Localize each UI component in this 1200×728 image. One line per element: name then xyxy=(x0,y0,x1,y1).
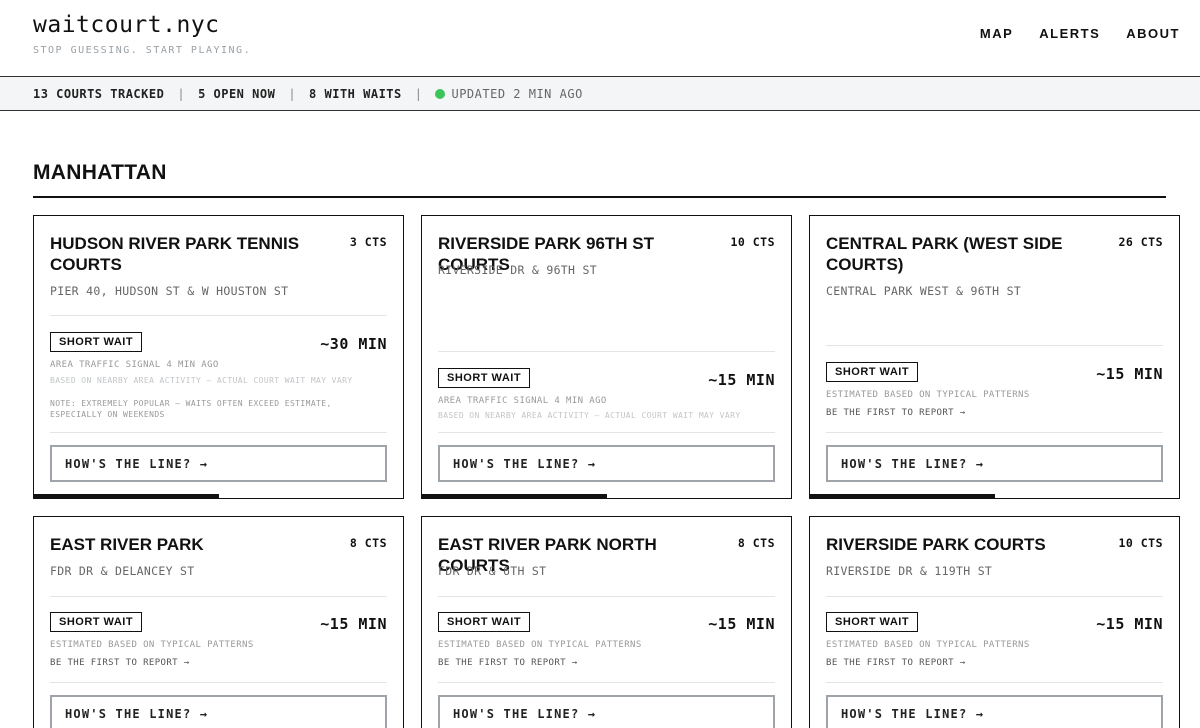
site-header: waitcourt.nyc STOP GUESSING. START PLAYI… xyxy=(0,0,1200,76)
popularity-note: NOTE: EXTREMELY POPULAR — WAITS OFTEN EX… xyxy=(50,399,332,419)
nav-about[interactable]: ABOUT xyxy=(1126,26,1180,41)
wait-progress-bar xyxy=(422,494,607,498)
status-badge: SHORT WAIT xyxy=(826,612,919,632)
court-count: 26 CTS xyxy=(1118,235,1163,249)
court-address: RIVERSIDE DR & 119TH ST xyxy=(826,564,993,578)
status-badge: SHORT WAIT xyxy=(50,332,143,352)
report-link[interactable]: BE THE FIRST TO REPORT → xyxy=(438,658,578,668)
estimate-note: ESTIMATED BASED ON TYPICAL PATTERNS xyxy=(826,390,1030,400)
court-name: RIVERSIDE PARK COURTS xyxy=(826,535,1046,554)
signal-note: AREA TRAFFIC SIGNAL 4 MIN AGO xyxy=(50,360,219,370)
wait-time: ~15 MIN xyxy=(708,615,775,633)
with-waits-stat: 8 WITH WAITS xyxy=(309,86,402,101)
court-address: PIER 40, HUDSON ST & W HOUSTON ST xyxy=(50,284,289,298)
card-divider xyxy=(50,682,387,683)
main-nav: MAP ALERTS ABOUT xyxy=(980,26,1180,41)
live-status-dot-icon xyxy=(435,88,446,99)
court-card[interactable]: RIVERSIDE PARK 96TH ST COURTS 10 CTS RIV… xyxy=(421,215,792,499)
separator: | xyxy=(414,86,423,101)
nav-map[interactable]: MAP xyxy=(980,26,1013,41)
court-card[interactable]: EAST RIVER PARK NORTH COURTS 8 CTS FDR D… xyxy=(421,516,792,728)
section-title: MANHATTAN xyxy=(33,161,167,184)
section-divider xyxy=(33,196,1166,198)
card-divider xyxy=(826,596,1163,597)
wait-time: ~15 MIN xyxy=(1096,365,1163,383)
card-divider xyxy=(50,432,387,433)
site-logo[interactable]: waitcourt.nyc xyxy=(33,12,220,38)
status-bar: 13 COURTS TRACKED | 5 OPEN NOW | 8 WITH … xyxy=(0,76,1200,111)
wait-time: ~30 MIN xyxy=(320,335,387,353)
updated-timestamp: UPDATED 2 MIN AGO xyxy=(451,86,583,101)
separator: | xyxy=(177,86,186,101)
card-divider xyxy=(826,682,1163,683)
court-address: FDR DR & DELANCEY ST xyxy=(50,564,195,578)
report-line-button[interactable]: HOW'S THE LINE? → xyxy=(438,695,775,728)
wait-time: ~15 MIN xyxy=(708,371,775,389)
report-line-button[interactable]: HOW'S THE LINE? → xyxy=(826,445,1163,482)
card-divider xyxy=(438,596,775,597)
wait-time: ~15 MIN xyxy=(1096,615,1163,633)
card-divider xyxy=(826,345,1163,346)
court-card[interactable]: CENTRAL PARK (WEST SIDE COURTS) 26 CTS C… xyxy=(809,215,1180,499)
court-name: EAST RIVER PARK xyxy=(50,535,204,554)
court-name: HUDSON RIVER PARK TENNIS COURTS xyxy=(50,234,300,274)
disclaimer-note: BASED ON NEARBY AREA ACTIVITY — ACTUAL C… xyxy=(438,411,741,420)
status-badge: SHORT WAIT xyxy=(826,362,919,382)
court-card[interactable]: HUDSON RIVER PARK TENNIS COURTS 3 CTS PI… xyxy=(33,215,404,499)
court-card[interactable]: EAST RIVER PARK 8 CTS FDR DR & DELANCEY … xyxy=(33,516,404,728)
court-count: 10 CTS xyxy=(1118,536,1163,550)
court-card[interactable]: RIVERSIDE PARK COURTS 10 CTS RIVERSIDE D… xyxy=(809,516,1180,728)
report-link[interactable]: BE THE FIRST TO REPORT → xyxy=(826,658,966,668)
status-badge: SHORT WAIT xyxy=(438,368,531,388)
separator: | xyxy=(288,86,297,101)
court-count: 10 CTS xyxy=(730,235,775,249)
wait-progress-bar xyxy=(34,494,219,498)
court-count: 8 CTS xyxy=(349,536,387,550)
card-divider xyxy=(50,596,387,597)
wait-time: ~15 MIN xyxy=(320,615,387,633)
court-count: 3 CTS xyxy=(349,235,387,249)
open-now-stat: 5 OPEN NOW xyxy=(198,86,276,101)
card-divider xyxy=(826,432,1163,433)
report-line-button[interactable]: HOW'S THE LINE? → xyxy=(50,695,387,728)
report-line-button[interactable]: HOW'S THE LINE? → xyxy=(826,695,1163,728)
court-address: CENTRAL PARK WEST & 96TH ST xyxy=(826,284,1022,298)
report-line-button[interactable]: HOW'S THE LINE? → xyxy=(438,445,775,482)
estimate-note: ESTIMATED BASED ON TYPICAL PATTERNS xyxy=(50,640,254,650)
status-badge: SHORT WAIT xyxy=(438,612,531,632)
card-divider xyxy=(438,351,775,352)
status-badge: SHORT WAIT xyxy=(50,612,143,632)
signal-note: AREA TRAFFIC SIGNAL 4 MIN AGO xyxy=(438,396,607,406)
card-divider xyxy=(438,432,775,433)
courts-tracked-stat: 13 COURTS TRACKED xyxy=(33,86,165,101)
court-count: 8 CTS xyxy=(737,536,775,550)
card-divider xyxy=(50,315,387,316)
card-divider xyxy=(438,682,775,683)
report-link[interactable]: BE THE FIRST TO REPORT → xyxy=(826,408,966,418)
estimate-note: ESTIMATED BASED ON TYPICAL PATTERNS xyxy=(438,640,642,650)
disclaimer-note: BASED ON NEARBY AREA ACTIVITY — ACTUAL C… xyxy=(50,376,353,385)
court-address: FDR DR & 6TH ST xyxy=(438,564,547,578)
wait-progress-bar xyxy=(810,494,995,498)
estimate-note: ESTIMATED BASED ON TYPICAL PATTERNS xyxy=(826,640,1030,650)
report-line-button[interactable]: HOW'S THE LINE? → xyxy=(50,445,387,482)
court-name: CENTRAL PARK (WEST SIDE COURTS) xyxy=(826,234,1063,274)
nav-alerts[interactable]: ALERTS xyxy=(1039,26,1100,41)
site-tagline: STOP GUESSING. START PLAYING. xyxy=(33,45,252,56)
court-address: RIVERSIDE DR & 96TH ST xyxy=(438,263,597,277)
report-link[interactable]: BE THE FIRST TO REPORT → xyxy=(50,658,190,668)
